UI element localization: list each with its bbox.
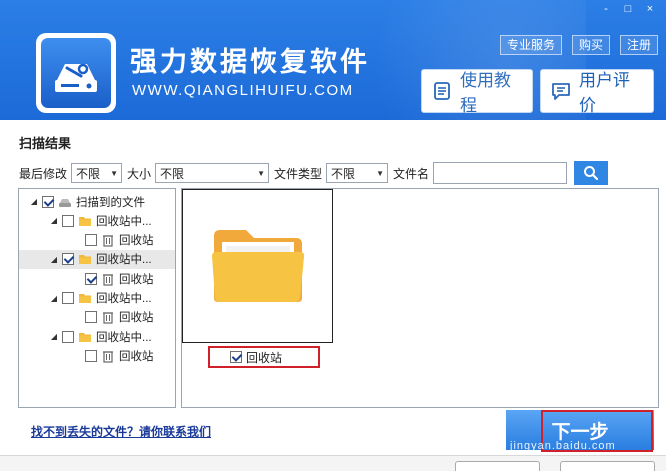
recycle-bin-icon [101, 272, 115, 286]
dropdown-arrow-icon: ▼ [110, 168, 119, 178]
file-thumbnail[interactable] [182, 189, 333, 343]
tree-label: 回收站 [119, 350, 154, 363]
size-label: 大小 [127, 166, 152, 181]
tutorial-button-label: 使用教程 [460, 71, 511, 115]
app-title: 强力数据恢复软件 [130, 47, 370, 77]
tree-checkbox[interactable] [42, 195, 54, 208]
drive-icon [58, 195, 72, 209]
tree-row[interactable]: 回收站 [19, 231, 154, 250]
folder-icon [78, 252, 92, 266]
bottom-tab [560, 461, 655, 471]
document-icon [434, 82, 450, 100]
user-review-button[interactable]: 用户评价 [540, 69, 654, 115]
top-links: 专业服务 购买 注册 [499, 35, 658, 55]
tree-checkbox[interactable] [85, 349, 97, 362]
size-select-value: 不限 [160, 166, 185, 181]
tutorial-button[interactable]: 使用教程 [421, 69, 533, 115]
tree-row[interactable]: 回收站 [19, 269, 154, 288]
filter-bar: 最后修改 不限 ▼ 大小 不限 ▼ 文件类型 不限 ▼ 文件名 [19, 161, 609, 185]
tree-checkbox[interactable] [85, 311, 97, 324]
tree-label: 回收站中... [96, 293, 152, 305]
preview-pane: 回收站 [181, 188, 659, 408]
tree-checkbox[interactable] [62, 330, 74, 343]
minimize-button[interactable]: - [598, 2, 614, 16]
tree-label: 回收站中... [96, 331, 152, 344]
expand-arrow-icon[interactable]: ◢ [29, 197, 39, 206]
file-type-select-value: 不限 [331, 166, 356, 181]
search-button[interactable] [574, 161, 609, 185]
contact-help-link[interactable]: 找不到丢失的文件？请你联系我们 [31, 423, 211, 440]
dropdown-arrow-icon: ▼ [376, 168, 385, 178]
tree-checkbox[interactable] [62, 292, 74, 304]
tree-label: 回收站中... [96, 215, 152, 228]
tree-row[interactable]: 回收站 [19, 346, 154, 365]
expand-arrow-icon[interactable]: ◢ [49, 332, 59, 341]
file-name-input[interactable] [433, 162, 568, 184]
register-link[interactable]: 注册 [619, 35, 658, 55]
recycle-bin-icon [101, 233, 115, 247]
bottom-tab [455, 461, 540, 471]
tree-row[interactable]: ◢ 扫描到的文件 [19, 192, 145, 211]
tree-label: 回收站 [119, 312, 154, 325]
search-icon [584, 166, 599, 181]
app-header: - □ × 强力数据恢复软件 WWW.QIANGLIHUIFU.COM 专业服务… [0, 0, 666, 120]
folder-icon [78, 214, 92, 228]
tree-row[interactable]: ◢ 回收站中... [19, 211, 152, 230]
modified-select-value: 不限 [76, 166, 101, 181]
expand-arrow-icon[interactable]: ◢ [49, 294, 59, 303]
tree-row[interactable]: 回收站 [19, 308, 154, 327]
tree-checkbox[interactable] [62, 253, 74, 266]
preview-file-item[interactable]: 回收站 [208, 346, 320, 368]
folder-icon [78, 330, 92, 344]
tree-label: 回收站 [119, 235, 154, 248]
maximize-button[interactable]: □ [620, 2, 636, 16]
file-type-label: 文件类型 [274, 166, 323, 181]
comment-icon [552, 83, 570, 100]
tree-checkbox[interactable] [85, 272, 97, 285]
recycle-bin-icon [101, 310, 115, 324]
user-review-button-label: 用户评价 [579, 71, 630, 115]
app-url: WWW.QIANGLIHUIFU.COM [132, 82, 354, 99]
tree-row[interactable]: ◢ 回收站中... [19, 289, 152, 308]
tree-row[interactable]: ◢ 回收站中... [19, 249, 175, 269]
pro-service-link[interactable]: 专业服务 [499, 35, 562, 55]
size-select[interactable]: 不限 ▼ [155, 163, 270, 183]
watermark-text: jingyan.baidu.com [510, 440, 616, 452]
preview-file-label: 回收站 [246, 350, 283, 365]
bottom-strip [0, 455, 666, 471]
drive-repair-icon [41, 38, 111, 108]
expand-arrow-icon[interactable]: ◢ [49, 216, 59, 225]
expand-arrow-icon[interactable]: ◢ [49, 255, 59, 264]
modified-select[interactable]: 不限 ▼ [71, 163, 123, 183]
app-logo [36, 33, 116, 113]
tree-checkbox[interactable] [85, 234, 97, 247]
folder-icon [211, 230, 304, 302]
tree-label: 回收站 [119, 273, 154, 286]
scan-results-title: 扫描结果 [19, 136, 72, 151]
preview-file-checkbox[interactable] [230, 351, 242, 363]
file-name-label: 文件名 [393, 166, 430, 181]
dropdown-arrow-icon: ▼ [257, 168, 266, 178]
window-controls: - □ × [598, 2, 658, 16]
modified-label: 最后修改 [19, 166, 68, 181]
tree-checkbox[interactable] [62, 214, 74, 227]
tree-label: 回收站中... [96, 254, 152, 267]
buy-link[interactable]: 购买 [571, 35, 610, 55]
file-type-select[interactable]: 不限 ▼ [326, 163, 389, 183]
file-tree[interactable]: ◢ 扫描到的文件 ◢ 回收站中... 回收站 ◢ 回收站中... 回收站 ◢ 回收站中... 回收站… [18, 188, 176, 408]
folder-icon [78, 291, 92, 305]
tree-row[interactable]: ◢ 回收站中... [19, 327, 152, 346]
close-button[interactable]: × [642, 2, 658, 16]
recycle-bin-icon [101, 349, 115, 363]
tree-label: 扫描到的文件 [76, 196, 145, 209]
